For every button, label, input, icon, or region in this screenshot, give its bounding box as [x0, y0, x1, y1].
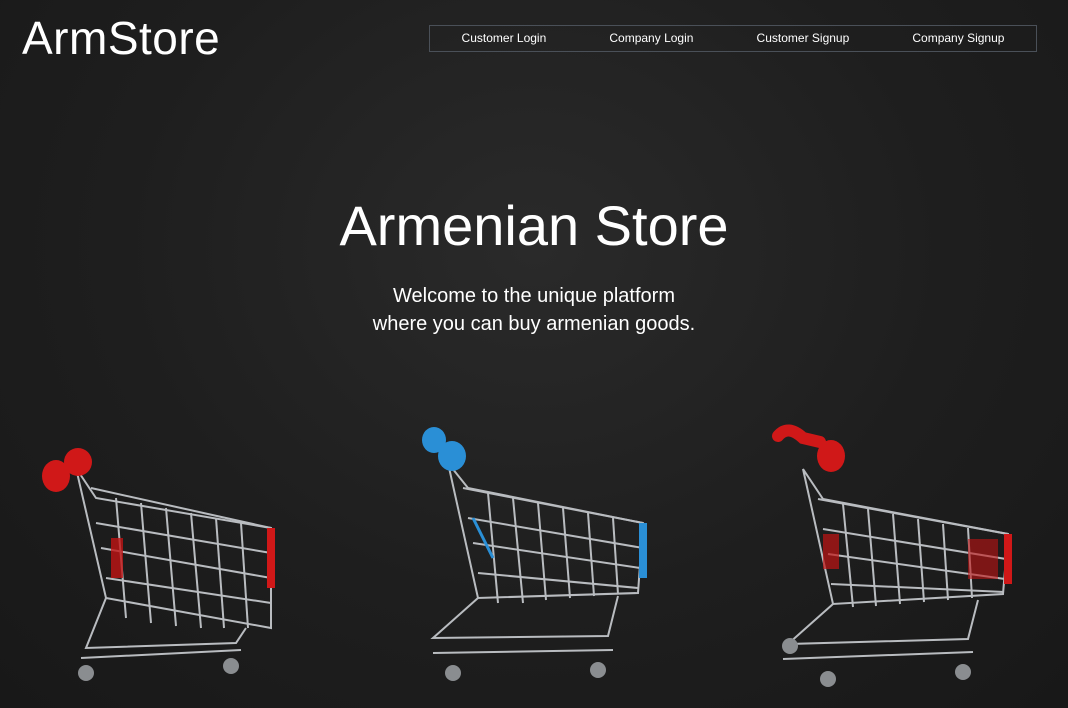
shopping-cart-red-icon [772, 424, 1012, 687]
shopping-cart-blue-icon [422, 427, 647, 681]
nav-company-signup[interactable]: Company Signup [912, 25, 1004, 52]
hero-title: Armenian Store [339, 194, 729, 257]
shopping-cart-red-icon [42, 448, 275, 681]
nav-customer-login[interactable]: Customer Login [462, 25, 547, 52]
hero-subtitle-line-1: Welcome to the unique platform [392, 285, 675, 307]
nav-company-login[interactable]: Company Login [609, 25, 693, 52]
hero-subtitle-line-2: where you can buy armenian goods. [372, 313, 696, 335]
nav-customer-signup[interactable]: Customer Signup [757, 25, 850, 52]
top-nav: Customer Login Company Login Customer Si… [429, 25, 1037, 52]
site-logo[interactable]: ArmStore [22, 12, 220, 64]
hero-subtitle: Welcome to the unique platform where you… [0, 282, 1068, 338]
cart-illustrations [0, 410, 1068, 708]
